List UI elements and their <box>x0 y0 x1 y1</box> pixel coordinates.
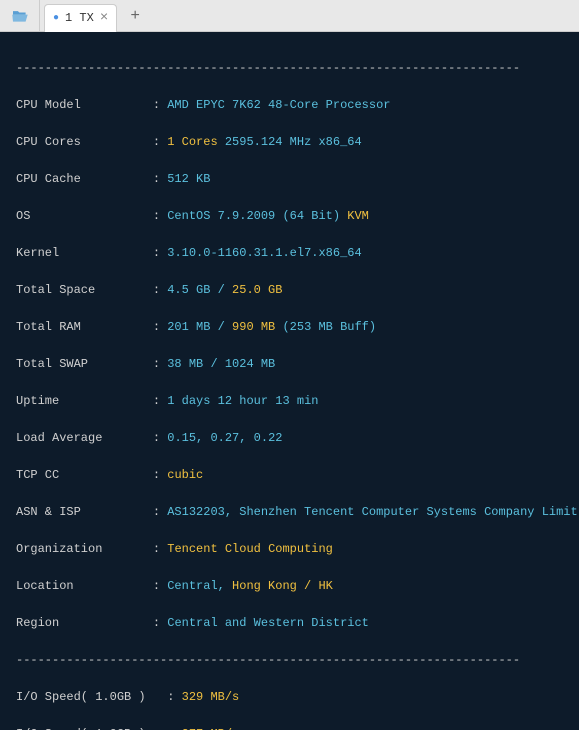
load-label: Load Average <box>16 429 102 448</box>
divider: ----------------------------------------… <box>4 59 575 78</box>
cpu-cache-label: CPU Cache <box>16 170 81 189</box>
io-label: I/O Speed( 1.0GB ) <box>16 688 146 707</box>
os-value: CentOS 7.9.2009 (64 Bit) <box>167 209 340 223</box>
asn-label: ASN & ISP <box>16 503 81 522</box>
swap-label: Total SWAP <box>16 355 88 374</box>
tcp-label: TCP CC <box>16 466 59 485</box>
swap-value: 38 MB / 1024 MB <box>167 357 275 371</box>
region-value: Central and Western District <box>167 616 369 630</box>
region-row: Region : Central and Western District <box>4 614 575 633</box>
ram-cap: 990 MB <box>232 320 275 334</box>
cpu-cache-value: 512 KB <box>167 172 210 186</box>
io-row-1: I/O Speed( 1.0GB ) : 329 MB/s <box>4 688 575 707</box>
io-value: 277 MB/s <box>182 727 240 730</box>
new-tab-button[interactable]: + <box>125 6 145 26</box>
cpu-cores-count: 1 Cores <box>167 135 217 149</box>
cpu-cache-row: CPU Cache : 512 KB <box>4 170 575 189</box>
cpu-model-row: CPU Model : AMD EPYC 7K62 48-Core Proces… <box>4 96 575 115</box>
swap-row: Total SWAP : 38 MB / 1024 MB <box>4 355 575 374</box>
io-label: I/O Speed( 1.0GB ) <box>16 725 146 730</box>
folder-button[interactable] <box>0 0 40 32</box>
terminal-output: ----------------------------------------… <box>0 32 579 730</box>
asn-row: ASN & ISP : AS132203, Shenzhen Tencent C… <box>4 503 575 522</box>
loc-city: Central, <box>167 579 225 593</box>
asn-value: AS132203, Shenzhen Tencent Computer Syst… <box>167 505 577 519</box>
tab-label: 1 TX <box>65 11 94 25</box>
kernel-label: Kernel <box>16 244 59 263</box>
os-row: OS : CentOS 7.9.2009 (64 Bit) KVM <box>4 207 575 226</box>
loc-region: Hong Kong / HK <box>232 579 333 593</box>
org-label: Organization <box>16 540 102 559</box>
loc-row: Location : Central, Hong Kong / HK <box>4 577 575 596</box>
load-row: Load Average : 0.15, 0.27, 0.22 <box>4 429 575 448</box>
io-value: 329 MB/s <box>182 690 240 704</box>
kernel-value: 3.10.0-1160.31.1.el7.x86_64 <box>167 246 361 260</box>
folder-open-icon <box>11 9 29 23</box>
tcp-row: TCP CC : cubic <box>4 466 575 485</box>
tab-bar: ● 1 TX × + <box>0 0 579 32</box>
io-row-2: I/O Speed( 1.0GB ) : 277 MB/s <box>4 725 575 730</box>
loc-label: Location <box>16 577 74 596</box>
load-value: 0.15, 0.27, 0.22 <box>167 431 282 445</box>
tcp-value: cubic <box>167 468 203 482</box>
cpu-cores-row: CPU Cores : 1 Cores 2595.124 MHz x86_64 <box>4 133 575 152</box>
tab-modified-dot: ● <box>53 13 59 24</box>
divider: ----------------------------------------… <box>4 651 575 670</box>
cpu-model-label: CPU Model <box>16 96 81 115</box>
cpu-model-value: AMD EPYC 7K62 48-Core Processor <box>167 98 390 112</box>
os-hypervisor: KVM <box>347 209 369 223</box>
uptime-row: Uptime : 1 days 12 hour 13 min <box>4 392 575 411</box>
os-label: OS <box>16 207 30 226</box>
ram-label: Total RAM <box>16 318 81 337</box>
space-cap: 25.0 GB <box>232 283 282 297</box>
space-label: Total Space <box>16 281 95 300</box>
kernel-row: Kernel : 3.10.0-1160.31.1.el7.x86_64 <box>4 244 575 263</box>
uptime-label: Uptime <box>16 392 59 411</box>
org-value: Tencent Cloud Computing <box>167 542 333 556</box>
cpu-cores-freq: 2595.124 MHz x86_64 <box>225 135 362 149</box>
ram-buff: (253 MB Buff) <box>282 320 376 334</box>
uptime-value: 1 days 12 hour 13 min <box>167 394 318 408</box>
org-row: Organization : Tencent Cloud Computing <box>4 540 575 559</box>
ram-used: 201 MB / <box>167 320 225 334</box>
close-icon[interactable]: × <box>100 10 108 26</box>
region-label: Region <box>16 614 59 633</box>
space-used: 4.5 GB / <box>167 283 225 297</box>
cpu-cores-label: CPU Cores <box>16 133 81 152</box>
space-row: Total Space : 4.5 GB / 25.0 GB <box>4 281 575 300</box>
tab-1tx[interactable]: ● 1 TX × <box>44 4 117 32</box>
ram-row: Total RAM : 201 MB / 990 MB (253 MB Buff… <box>4 318 575 337</box>
